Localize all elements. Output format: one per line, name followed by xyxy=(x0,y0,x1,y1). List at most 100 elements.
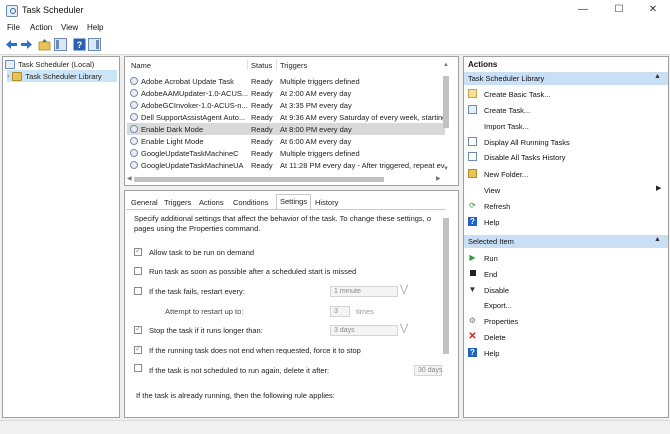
scroll-thumb[interactable] xyxy=(443,76,449,128)
action-view[interactable]: View ▶ xyxy=(466,184,666,196)
disable-icon: ▼ xyxy=(468,285,477,294)
allow-demand-checkbox[interactable] xyxy=(134,246,142,256)
run-asap-checkbox[interactable] xyxy=(134,267,142,275)
tree-item-library[interactable]: › Task Scheduler Library xyxy=(7,70,117,82)
scroll-left-arrow-icon[interactable]: ◀ xyxy=(127,175,132,182)
action-help-selected[interactable]: ? Help xyxy=(466,347,666,359)
table-row[interactable]: Adobe Acrobat Update Task Ready Multiple… xyxy=(127,75,445,87)
expand-chevron-icon[interactable]: › xyxy=(7,73,9,80)
tab-general[interactable]: General xyxy=(128,196,161,209)
menu-file[interactable]: File xyxy=(7,23,20,32)
minimize-button[interactable]: — xyxy=(568,0,598,21)
attempt-restart-label: Attempt to restart up to: xyxy=(165,307,244,316)
action-export[interactable]: Export... xyxy=(466,299,666,311)
table-row[interactable]: GoogleUpdateTaskMachineC Ready Multiple … xyxy=(127,147,445,159)
allow-demand-label: Allow task to be run on demand xyxy=(149,248,255,257)
action-disable-history[interactable]: Disable All Tasks History xyxy=(466,151,666,163)
delete-if-not-scheduled-checkbox[interactable] xyxy=(134,364,142,372)
table-row[interactable]: Enable Light Mode Ready At 6:00 AM every… xyxy=(127,135,445,147)
action-end[interactable]: End xyxy=(466,268,666,280)
back-arrow-icon[interactable] xyxy=(5,38,18,51)
task-trigger: At 8:00 PM every day xyxy=(280,125,352,134)
action-label: Import Task... xyxy=(484,122,529,131)
task-name: AdobeAAMUpdater-1.0-ACUS... xyxy=(141,89,248,98)
column-divider[interactable] xyxy=(247,59,248,70)
force-stop-checkbox[interactable] xyxy=(134,344,142,354)
task-trigger: Multiple triggers defined xyxy=(280,149,360,158)
table-row-selected[interactable]: Enable Dark Mode Ready At 8:00 PM every … xyxy=(127,123,445,135)
collapse-caret-icon[interactable]: ▲ xyxy=(654,73,661,80)
title-bar: Task Scheduler — ☐ ✕ xyxy=(0,0,670,21)
column-divider[interactable] xyxy=(276,59,277,70)
chevron-down-icon[interactable]: ⋁ xyxy=(400,323,408,334)
refresh-icon: ⟳ xyxy=(469,201,476,210)
delete-after-select[interactable]: 30 days xyxy=(414,365,443,376)
action-help[interactable]: ? Help xyxy=(466,216,666,228)
task-name: GoogleUpdateTaskMachineC xyxy=(141,149,239,158)
table-row[interactable]: GoogleUpdateTaskMachineUA Ready At 11:28… xyxy=(127,159,445,171)
task-icon xyxy=(130,101,138,109)
action-import-task[interactable]: Import Task... xyxy=(466,120,666,132)
menu-action[interactable]: Action xyxy=(30,23,52,32)
task-trigger: Multiple triggers defined xyxy=(280,77,360,86)
console-tree: Task Scheduler (Local) › Task Scheduler … xyxy=(2,56,120,418)
section-header-library[interactable]: Task Scheduler Library ▲ xyxy=(464,72,668,85)
force-stop-label: If the running task does not end when re… xyxy=(149,346,361,355)
tree-item-library-label: Task Scheduler Library xyxy=(25,71,102,81)
tree-item-local[interactable]: Task Scheduler (Local) xyxy=(5,58,117,70)
menu-help[interactable]: Help xyxy=(87,23,103,32)
menu-view[interactable]: View xyxy=(61,23,78,32)
help-icon: ? xyxy=(468,217,477,226)
up-folder-icon[interactable] xyxy=(38,38,51,51)
section-header-selected-item[interactable]: Selected Item ▲ xyxy=(464,235,668,248)
maximize-button[interactable]: ☐ xyxy=(604,0,634,21)
tab-settings[interactable]: Settings xyxy=(276,194,312,209)
scroll-thumb[interactable] xyxy=(443,218,449,354)
scroll-thumb[interactable] xyxy=(134,177,384,182)
task-icon xyxy=(130,149,138,157)
action-run[interactable]: ▶ Run xyxy=(466,252,666,264)
action-delete[interactable]: ✕ Delete xyxy=(466,331,666,343)
collapse-caret-icon[interactable]: ▲ xyxy=(654,236,661,243)
task-scheduler-app-icon xyxy=(6,5,18,17)
stop-if-longer-checkbox[interactable] xyxy=(134,324,142,334)
toolbar: ? xyxy=(0,35,670,55)
action-disable[interactable]: ▼ Disable xyxy=(466,284,666,296)
table-row[interactable]: Dell SupportAssistAgent Auto... Ready At… xyxy=(127,111,445,123)
attempts-field[interactable]: 3 xyxy=(330,306,350,317)
tab-actions[interactable]: Actions xyxy=(196,196,227,209)
action-display-running[interactable]: Display All Running Tasks xyxy=(466,136,666,148)
scroll-right-arrow-icon[interactable]: ▶ xyxy=(436,175,441,182)
help-icon[interactable]: ? xyxy=(73,38,86,51)
action-properties[interactable]: ⚙ Properties xyxy=(466,315,666,327)
scroll-down-arrow-icon[interactable]: ▼ xyxy=(443,166,449,172)
action-label: Properties xyxy=(484,317,519,326)
table-row[interactable]: AdobeGCInvoker-1.0-ACUS-n... Ready At 3:… xyxy=(127,99,445,111)
actions-pane-title: Actions xyxy=(468,60,498,69)
stop-duration-select[interactable]: 3 days xyxy=(330,325,398,336)
close-button[interactable]: ✕ xyxy=(638,0,668,21)
action-new-folder[interactable]: New Folder... xyxy=(466,168,666,180)
column-header-name[interactable]: Name xyxy=(131,61,151,70)
tab-conditions[interactable]: Conditions xyxy=(230,196,271,209)
end-icon xyxy=(468,269,477,278)
show-hide-action-pane-icon[interactable] xyxy=(88,38,101,51)
action-refresh[interactable]: ⟳ Refresh xyxy=(466,200,666,212)
delete-if-not-scheduled-label: If the task is not scheduled to run agai… xyxy=(149,366,330,375)
forward-arrow-icon[interactable] xyxy=(20,38,33,51)
action-create-task[interactable]: Create Task... xyxy=(466,104,666,116)
restart-interval-select[interactable]: 1 minute xyxy=(330,286,398,297)
restart-if-fails-checkbox[interactable] xyxy=(134,287,142,295)
action-label: View xyxy=(484,186,501,195)
chevron-down-icon[interactable]: ⋁ xyxy=(400,284,408,295)
tab-history[interactable]: History xyxy=(312,196,341,209)
tab-triggers[interactable]: Triggers xyxy=(161,196,194,209)
table-row[interactable]: AdobeAAMUpdater-1.0-ACUS... Ready At 2:0… xyxy=(127,87,445,99)
action-create-basic-task[interactable]: Create Basic Task... xyxy=(466,88,666,100)
task-status: Ready xyxy=(251,77,273,86)
scroll-up-arrow-icon[interactable]: ▲ xyxy=(443,62,449,68)
column-header-status[interactable]: Status xyxy=(251,61,272,70)
show-hide-console-tree-icon[interactable] xyxy=(54,38,67,51)
column-header-triggers[interactable]: Triggers xyxy=(280,61,307,70)
action-label: Display All Running Tasks xyxy=(484,138,570,147)
